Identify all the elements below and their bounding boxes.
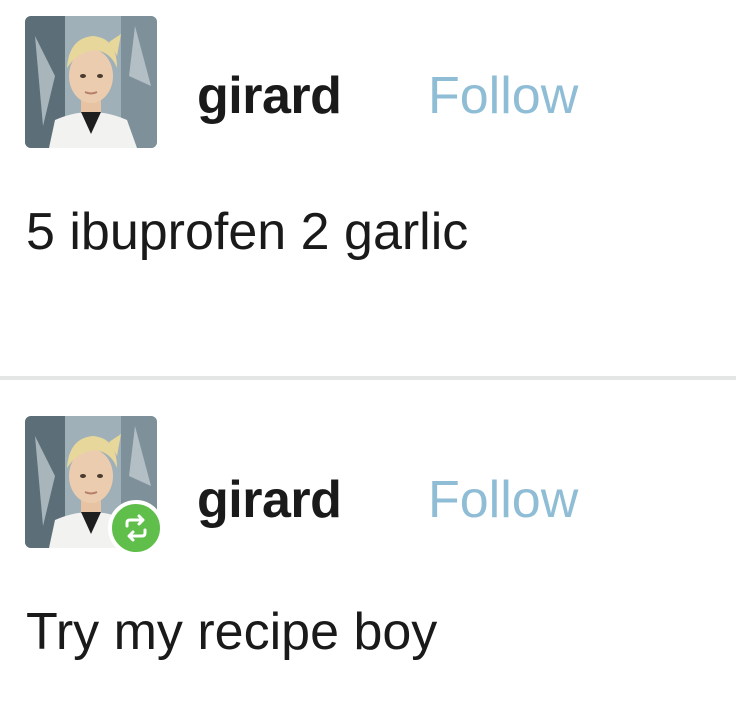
username[interactable]: girard (197, 474, 342, 526)
follow-button[interactable]: Follow (428, 70, 578, 122)
post-2: girard Follow Try my recipe boy (0, 380, 736, 716)
reblog-icon (125, 514, 147, 542)
post-body: Try my recipe boy (26, 603, 438, 661)
post-1: girard Follow 5 ibuprofen 2 garlic (0, 0, 736, 376)
reblog-badge (108, 500, 164, 556)
user-avatar[interactable] (25, 16, 157, 148)
follow-button[interactable]: Follow (428, 474, 578, 526)
username[interactable]: girard (197, 70, 342, 122)
avatar-image (25, 16, 157, 148)
post-body: 5 ibuprofen 2 garlic (26, 203, 469, 261)
